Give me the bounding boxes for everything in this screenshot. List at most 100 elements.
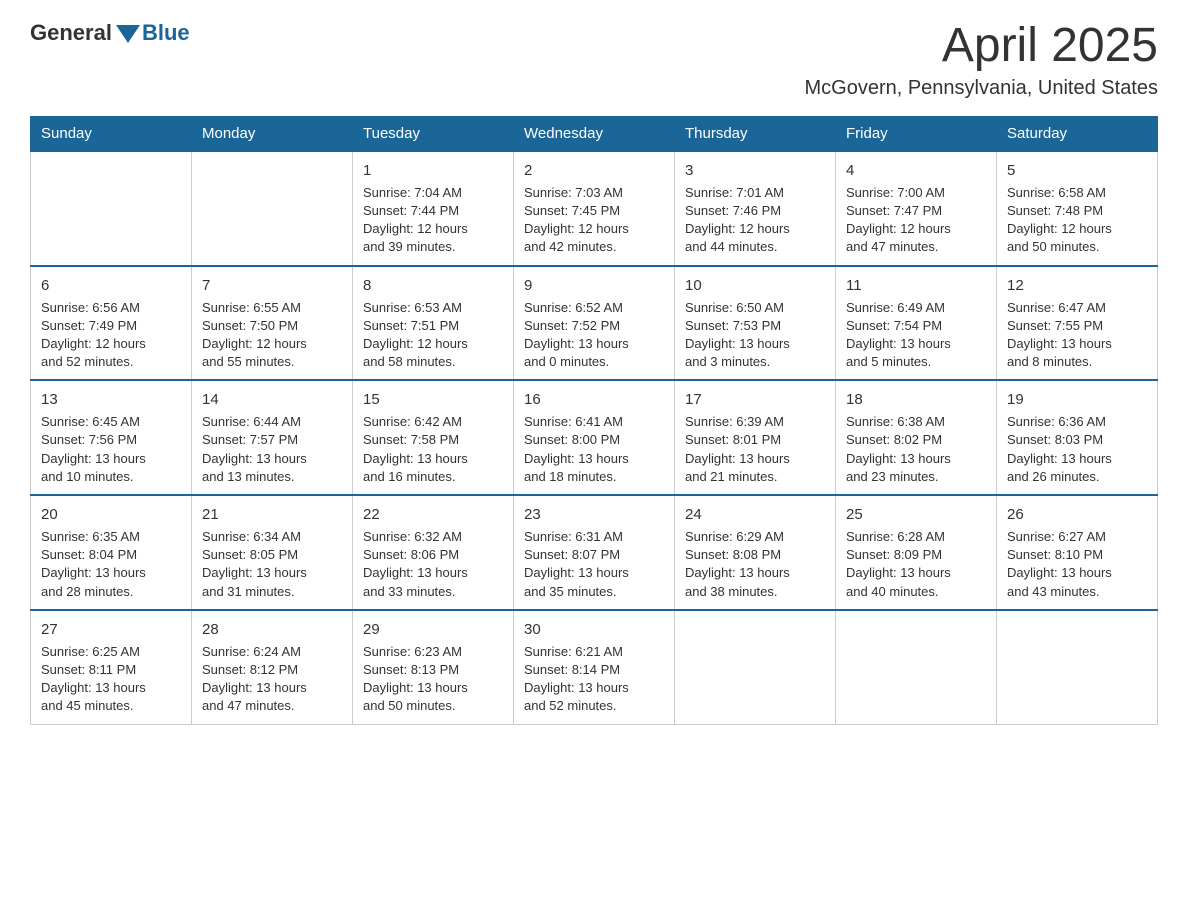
location-title: McGovern, Pennsylvania, United States <box>804 77 1158 100</box>
calendar-cell <box>31 151 192 266</box>
day-number: 20 <box>41 504 181 525</box>
month-title: April 2025 <box>804 20 1158 73</box>
day-info: Sunrise: 6:24 AMSunset: 8:12 PMDaylight:… <box>202 643 342 716</box>
header-tuesday: Tuesday <box>353 116 514 151</box>
day-number: 13 <box>41 389 181 410</box>
day-number: 26 <box>1007 504 1147 525</box>
calendar-cell: 15 Sunrise: 6:42 AMSunset: 7:58 PMDayligh… <box>353 380 514 495</box>
calendar-cell: 19Sunrise: 6:36 AMSunset: 8:03 PMDayligh… <box>997 380 1158 495</box>
header-wednesday: Wednesday <box>514 116 675 151</box>
day-number: 24 <box>685 504 825 525</box>
day-number: 23 <box>524 504 664 525</box>
header-saturday: Saturday <box>997 116 1158 151</box>
calendar-cell: 16 Sunrise: 6:41 AMSunset: 8:00 PMDayligh… <box>514 380 675 495</box>
day-number: 21 <box>202 504 342 525</box>
day-info: Sunrise: 6:49 AMSunset: 7:54 PMDaylight:… <box>846 299 986 372</box>
calendar-cell: 23 Sunrise: 6:31 AMSunset: 8:07 PMDayligh… <box>514 495 675 610</box>
logo: General Blue <box>30 20 190 46</box>
calendar-cell: 4Sunrise: 7:00 AMSunset: 7:47 PMDaylight… <box>836 151 997 266</box>
day-info: Sunrise: 7:00 AMSunset: 7:47 PMDaylight:… <box>846 184 986 257</box>
day-info: Sunrise: 6:41 AMSunset: 8:00 PMDaylight:… <box>524 413 664 486</box>
day-number: 15 <box>363 389 503 410</box>
week-row-1: 6Sunrise: 6:56 AMSunset: 7:49 PMDaylight… <box>31 266 1158 381</box>
day-number: 27 <box>41 619 181 640</box>
calendar-cell: 25 Sunrise: 6:28 AMSunset: 8:09 PMDayligh… <box>836 495 997 610</box>
header-monday: Monday <box>192 116 353 151</box>
day-info: Sunrise: 6:38 AMSunset: 8:02 PMDaylight:… <box>846 413 986 486</box>
calendar-cell: 7Sunrise: 6:55 AMSunset: 7:50 PMDaylight… <box>192 266 353 381</box>
day-info: Sunrise: 6:34 AMSunset: 8:05 PMDaylight:… <box>202 528 342 601</box>
day-number: 2 <box>524 160 664 181</box>
day-info: Sunrise: 6:52 AMSunset: 7:52 PMDaylight:… <box>524 299 664 372</box>
day-info: Sunrise: 7:01 AMSunset: 7:46 PMDaylight:… <box>685 184 825 257</box>
calendar-cell: 28Sunrise: 6:24 AMSunset: 8:12 PMDayligh… <box>192 610 353 724</box>
calendar-cell: 26 Sunrise: 6:27 AMSunset: 8:10 PMDayligh… <box>997 495 1158 610</box>
week-row-2: 13Sunrise: 6:45 AMSunset: 7:56 PMDayligh… <box>31 380 1158 495</box>
day-info: Sunrise: 6:42 AMSunset: 7:58 PMDaylight:… <box>363 413 503 486</box>
calendar-cell: 5 Sunrise: 6:58 AMSunset: 7:48 PMDaylight… <box>997 151 1158 266</box>
calendar-cell: 22Sunrise: 6:32 AMSunset: 8:06 PMDayligh… <box>353 495 514 610</box>
header-friday: Friday <box>836 116 997 151</box>
header-thursday: Thursday <box>675 116 836 151</box>
calendar-cell <box>836 610 997 724</box>
day-info: Sunrise: 6:53 AMSunset: 7:51 PMDaylight:… <box>363 299 503 372</box>
day-info: Sunrise: 6:27 AMSunset: 8:10 PMDaylight:… <box>1007 528 1147 601</box>
day-number: 16 <box>524 389 664 410</box>
day-number: 9 <box>524 275 664 296</box>
day-info: Sunrise: 6:31 AMSunset: 8:07 PMDaylight:… <box>524 528 664 601</box>
day-info: Sunrise: 6:35 AMSunset: 8:04 PMDaylight:… <box>41 528 181 601</box>
day-info: Sunrise: 6:21 AMSunset: 8:14 PMDaylight:… <box>524 643 664 716</box>
calendar-cell: 11 Sunrise: 6:49 AMSunset: 7:54 PMDayligh… <box>836 266 997 381</box>
page-header: General Blue April 2025 McGovern, Pennsy… <box>30 20 1158 100</box>
day-number: 3 <box>685 160 825 181</box>
day-number: 29 <box>363 619 503 640</box>
day-number: 6 <box>41 275 181 296</box>
day-number: 1 <box>363 160 503 181</box>
calendar-cell <box>997 610 1158 724</box>
calendar-cell: 30 Sunrise: 6:21 AMSunset: 8:14 PMDayligh… <box>514 610 675 724</box>
title-area: April 2025 McGovern, Pennsylvania, Unite… <box>804 20 1158 100</box>
week-row-3: 20 Sunrise: 6:35 AMSunset: 8:04 PMDayligh… <box>31 495 1158 610</box>
day-number: 17 <box>685 389 825 410</box>
day-number: 22 <box>363 504 503 525</box>
calendar-cell: 24 Sunrise: 6:29 AMSunset: 8:08 PMDayligh… <box>675 495 836 610</box>
day-number: 5 <box>1007 160 1147 181</box>
day-info: Sunrise: 6:47 AMSunset: 7:55 PMDaylight:… <box>1007 299 1147 372</box>
day-number: 25 <box>846 504 986 525</box>
calendar-cell: 1Sunrise: 7:04 AMSunset: 7:44 PMDaylight… <box>353 151 514 266</box>
day-info: Sunrise: 6:23 AMSunset: 8:13 PMDaylight:… <box>363 643 503 716</box>
calendar-cell: 10Sunrise: 6:50 AMSunset: 7:53 PMDayligh… <box>675 266 836 381</box>
day-info: Sunrise: 6:25 AMSunset: 8:11 PMDaylight:… <box>41 643 181 716</box>
calendar-table: SundayMondayTuesdayWednesdayThursdayFrid… <box>30 116 1158 725</box>
day-number: 30 <box>524 619 664 640</box>
day-number: 14 <box>202 389 342 410</box>
day-number: 10 <box>685 275 825 296</box>
day-info: Sunrise: 7:03 AMSunset: 7:45 PMDaylight:… <box>524 184 664 257</box>
calendar-cell: 2 Sunrise: 7:03 AMSunset: 7:45 PMDaylight… <box>514 151 675 266</box>
calendar-body: 1Sunrise: 7:04 AMSunset: 7:44 PMDaylight… <box>31 151 1158 724</box>
day-number: 12 <box>1007 275 1147 296</box>
calendar-cell: 18 Sunrise: 6:38 AMSunset: 8:02 PMDayligh… <box>836 380 997 495</box>
calendar-cell: 21 Sunrise: 6:34 AMSunset: 8:05 PMDayligh… <box>192 495 353 610</box>
day-number: 18 <box>846 389 986 410</box>
day-info: Sunrise: 6:29 AMSunset: 8:08 PMDaylight:… <box>685 528 825 601</box>
day-info: Sunrise: 6:36 AMSunset: 8:03 PMDaylight:… <box>1007 413 1147 486</box>
day-info: Sunrise: 6:55 AMSunset: 7:50 PMDaylight:… <box>202 299 342 372</box>
calendar-cell <box>675 610 836 724</box>
calendar-cell: 14 Sunrise: 6:44 AMSunset: 7:57 PMDayligh… <box>192 380 353 495</box>
calendar-cell: 3 Sunrise: 7:01 AMSunset: 7:46 PMDaylight… <box>675 151 836 266</box>
day-info: Sunrise: 6:39 AMSunset: 8:01 PMDaylight:… <box>685 413 825 486</box>
week-row-4: 27 Sunrise: 6:25 AMSunset: 8:11 PMDayligh… <box>31 610 1158 724</box>
calendar-cell: 8 Sunrise: 6:53 AMSunset: 7:51 PMDaylight… <box>353 266 514 381</box>
day-number: 11 <box>846 275 986 296</box>
day-number: 8 <box>363 275 503 296</box>
logo-arrow-icon <box>116 25 140 43</box>
header-row: SundayMondayTuesdayWednesdayThursdayFrid… <box>31 116 1158 151</box>
calendar-cell: 29 Sunrise: 6:23 AMSunset: 8:13 PMDayligh… <box>353 610 514 724</box>
logo-general-text: General <box>30 20 112 46</box>
header-sunday: Sunday <box>31 116 192 151</box>
day-info: Sunrise: 6:58 AMSunset: 7:48 PMDaylight:… <box>1007 184 1147 257</box>
day-info: Sunrise: 6:28 AMSunset: 8:09 PMDaylight:… <box>846 528 986 601</box>
day-info: Sunrise: 6:44 AMSunset: 7:57 PMDaylight:… <box>202 413 342 486</box>
week-row-0: 1Sunrise: 7:04 AMSunset: 7:44 PMDaylight… <box>31 151 1158 266</box>
